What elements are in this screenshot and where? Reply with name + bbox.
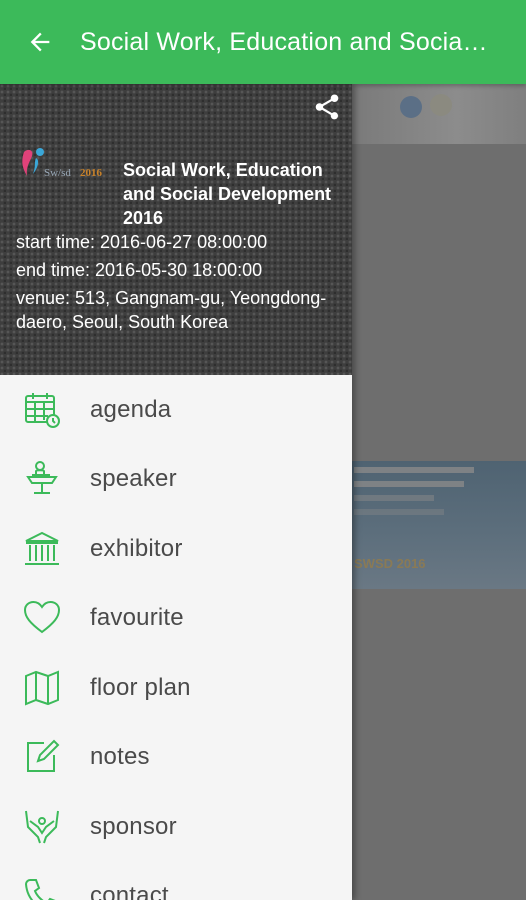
- menu-item-floor-plan[interactable]: floor plan: [0, 653, 352, 723]
- building-columns-icon: [25, 531, 59, 565]
- start-time: start time: 2016-06-27 08:00:00: [16, 232, 268, 252]
- navigation-drawer: Sw/sd 2016 Social Work, Education and So…: [0, 84, 352, 900]
- svg-text:Sw/sd: Sw/sd: [44, 167, 71, 179]
- menu-item-label: notes: [90, 743, 150, 771]
- page-title: Social Work, Education and Social Develo…: [80, 27, 490, 56]
- venue: venue: 513, Gangnam-gu, Yeongdong-daero,…: [16, 288, 327, 332]
- menu-item-agenda[interactable]: agenda: [0, 375, 352, 445]
- menu-item-label: floor plan: [90, 673, 191, 701]
- menu-item-contact[interactable]: contact: [0, 862, 352, 900]
- menu-item-label: sponsor: [90, 812, 177, 840]
- back-button[interactable]: [0, 0, 80, 84]
- event-name: Social Work, Education and Social Develo…: [123, 160, 332, 228]
- calendar-icon: [25, 392, 60, 428]
- menu-item-label: speaker: [90, 465, 177, 493]
- hands-icon: [25, 810, 59, 844]
- note-edit-icon: [27, 739, 60, 773]
- share-icon: [315, 94, 339, 120]
- arrow-left-icon: [30, 32, 50, 52]
- event-logo: Sw/sd 2016: [14, 146, 110, 190]
- map-icon: [25, 670, 59, 706]
- svg-text:2016: 2016: [80, 167, 103, 179]
- menu-item-label: favourite: [90, 604, 184, 632]
- speaker-podium-icon: [26, 461, 58, 495]
- menu-item-notes[interactable]: notes: [0, 723, 352, 793]
- background-banner: SWSD 2016: [352, 461, 526, 589]
- background-photo: [352, 84, 526, 144]
- menu-item-exhibitor[interactable]: exhibitor: [0, 514, 352, 584]
- menu-item-speaker[interactable]: speaker: [0, 445, 352, 515]
- heart-icon: [23, 601, 61, 634]
- banner-logo-text: SWSD 2016: [354, 556, 426, 571]
- menu-item-sponsor[interactable]: sponsor: [0, 792, 352, 862]
- menu-item-label: contact: [90, 882, 169, 900]
- menu-item-label: exhibitor: [90, 534, 183, 562]
- menu-item-label: agenda: [90, 395, 172, 423]
- share-button[interactable]: [312, 92, 342, 122]
- drawer-header: Sw/sd 2016 Social Work, Education and So…: [0, 84, 352, 375]
- end-time: end time: 2016-05-30 18:00:00: [16, 260, 263, 280]
- phone-icon: [24, 879, 55, 900]
- app-bar: Social Work, Education and Social Develo…: [0, 0, 526, 84]
- drawer-menu: agenda speaker exhibitor favourite floor…: [0, 375, 352, 900]
- menu-item-favourite[interactable]: favourite: [0, 584, 352, 654]
